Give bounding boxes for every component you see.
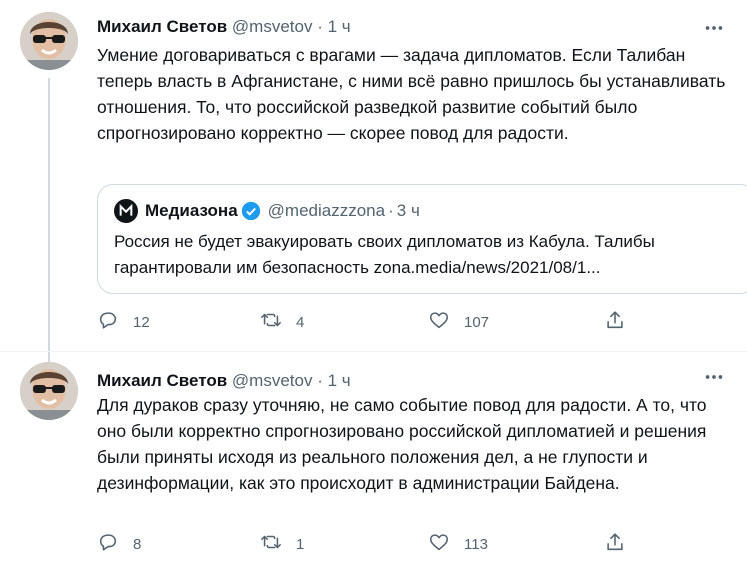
separator-dot: · (317, 371, 323, 390)
quote-text: Россия не будет эвакуировать своих дипло… (114, 232, 655, 277)
retweet-icon (260, 309, 282, 335)
reply-icon (97, 309, 119, 335)
heart-icon (428, 309, 450, 335)
reply-button[interactable]: 12 (97, 308, 150, 336)
reply-button[interactable]: 8 (97, 530, 141, 558)
author-name[interactable]: Михаил Светов (97, 371, 227, 390)
like-button[interactable]: 113 (428, 530, 488, 558)
more-horizontal-icon[interactable] (703, 366, 725, 388)
like-count: 107 (464, 313, 490, 331)
separator-dot: · (388, 201, 394, 220)
reply-icon (97, 531, 119, 557)
more-horizontal-icon[interactable] (703, 17, 725, 39)
tweet-header: Михаил Светов @msvetov · 1 ч (97, 16, 351, 38)
avatar[interactable] (20, 12, 78, 70)
mediazona-avatar (114, 199, 138, 223)
tweet-header: Михаил Светов @msvetov · 1 ч (97, 370, 351, 392)
retweet-count: 4 (296, 313, 305, 331)
author-name[interactable]: Михаил Светов (97, 17, 227, 36)
author-handle[interactable]: @msvetov (232, 17, 313, 36)
tweet-actions: 12 4 107 (97, 308, 737, 336)
timestamp[interactable]: 1 ч (328, 17, 351, 36)
tweet-actions: 8 1 113 (97, 530, 737, 558)
separator-dot: · (317, 17, 323, 36)
like-count: 113 (464, 535, 488, 553)
like-button[interactable]: 107 (428, 308, 489, 336)
share-button[interactable] (604, 530, 626, 558)
author-handle[interactable]: @msvetov (232, 371, 313, 390)
quote-author-handle: @mediazzzona (267, 201, 386, 220)
verified-badge-icon (241, 201, 261, 221)
share-button[interactable] (604, 308, 626, 336)
retweet-button[interactable]: 4 (260, 308, 304, 336)
retweet-button[interactable]: 1 (260, 530, 304, 558)
reply-count: 8 (133, 535, 142, 553)
quote-header: Медиазона @mediazzzona · 3 ч (114, 199, 739, 223)
tweet-text: Для дураков сразу уточняю, не само событ… (97, 395, 707, 493)
tweet-text: Умение договариваться с врагами — задача… (97, 45, 726, 143)
timestamp[interactable]: 1 ч (328, 371, 351, 390)
retweet-count: 1 (296, 535, 305, 553)
share-icon (604, 531, 626, 557)
share-icon (604, 309, 626, 335)
quoted-tweet[interactable]: Медиазона @mediazzzona · 3 ч Россия не б… (97, 184, 747, 294)
tweet[interactable]: Михаил Светов @msvetov · 1 ч Для дураков… (0, 352, 747, 570)
tweet[interactable]: Михаил Светов @msvetov · 1 ч Умение дого… (0, 0, 747, 352)
retweet-icon (260, 531, 282, 557)
reply-count: 12 (133, 313, 150, 331)
avatar[interactable] (20, 362, 78, 420)
heart-icon (428, 531, 450, 557)
quote-author-name: Медиазона (145, 201, 238, 220)
quote-timestamp: 3 ч (396, 201, 420, 220)
